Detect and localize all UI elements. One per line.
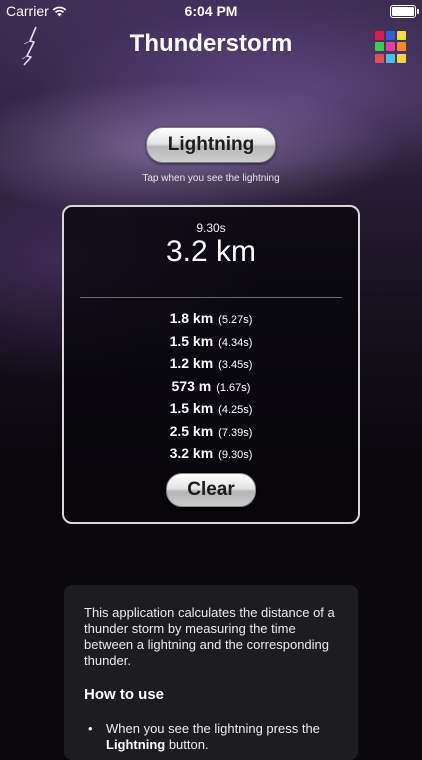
history-row: 1.2 km (3.45s): [64, 352, 358, 375]
palette-swatch: [386, 42, 395, 52]
history-distance: 1.2 km: [169, 355, 214, 371]
divider: [80, 297, 342, 298]
history-row: 573 m (1.67s): [64, 375, 358, 398]
history-time: (9.30s): [218, 449, 253, 461]
how-to-heading: How to use: [84, 686, 165, 703]
lightning-hint: Tap when you see the lightning: [142, 173, 280, 184]
palette-swatch: [375, 53, 384, 63]
help-intro: This application calculates the distance…: [84, 605, 335, 668]
history-time: (3.45s): [218, 359, 253, 371]
history-distance: 1.8 km: [169, 310, 214, 326]
lightning-button[interactable]: Lightning: [146, 127, 276, 163]
history-distance: 1.5 km: [169, 400, 214, 416]
history-time: (7.39s): [218, 426, 253, 439]
history-row: 1.5 km (4.25s): [64, 397, 358, 420]
history-distance: 3.2 km: [169, 445, 214, 461]
history-time: (5.27s): [218, 314, 253, 326]
color-palette-button[interactable]: [374, 30, 408, 64]
status-bar: Carrier 6:04 PM: [0, 0, 422, 22]
last-time-value: 9.30s: [196, 221, 226, 235]
history-row: 1.5 km (4.34s): [64, 330, 358, 353]
clear-button[interactable]: Clear: [166, 473, 256, 507]
history-distance: 2.5 km: [169, 422, 214, 439]
history-distance: 1.5 km: [169, 332, 214, 349]
result-panel: 9.30s 3.2 km 1.8 km (5.27s) 1.5 km (4.34s)…: [62, 205, 360, 524]
page-title: Thunderstorm: [129, 30, 293, 57]
history-time: (4.34s): [218, 336, 253, 349]
palette-swatch: [375, 42, 384, 52]
history-row: 2.5 km (7.39s): [64, 420, 358, 443]
last-distance-value: 3.2 km: [165, 235, 257, 268]
palette-swatch: [397, 42, 406, 52]
palette-swatch: [375, 31, 384, 40]
history-row: 1.8 km (5.27s): [64, 307, 358, 330]
history-time: (4.25s): [218, 404, 253, 416]
palette-swatch: [397, 31, 406, 40]
status-time: 6:04 PM: [184, 3, 238, 19]
palette-swatch: [397, 53, 406, 63]
battery-icon: [390, 5, 419, 18]
help-list-item: When you see the lightning press the Lig…: [88, 721, 338, 753]
help-item-text: When you see the lightning press the: [106, 721, 320, 736]
palette-swatch: [386, 53, 395, 63]
history-distance: 573 m: [171, 377, 212, 394]
history-list: 1.8 km (5.27s) 1.5 km (4.34s) 1.2 km (3.45s…: [64, 307, 358, 465]
palette-swatch: [386, 31, 395, 40]
help-panel: This application calculates the distance…: [64, 585, 358, 760]
history-time: (1.67s): [216, 381, 251, 394]
help-list: When you see the lightning press the Lig…: [88, 721, 338, 753]
history-row: 3.2 km (9.30s): [64, 442, 358, 465]
